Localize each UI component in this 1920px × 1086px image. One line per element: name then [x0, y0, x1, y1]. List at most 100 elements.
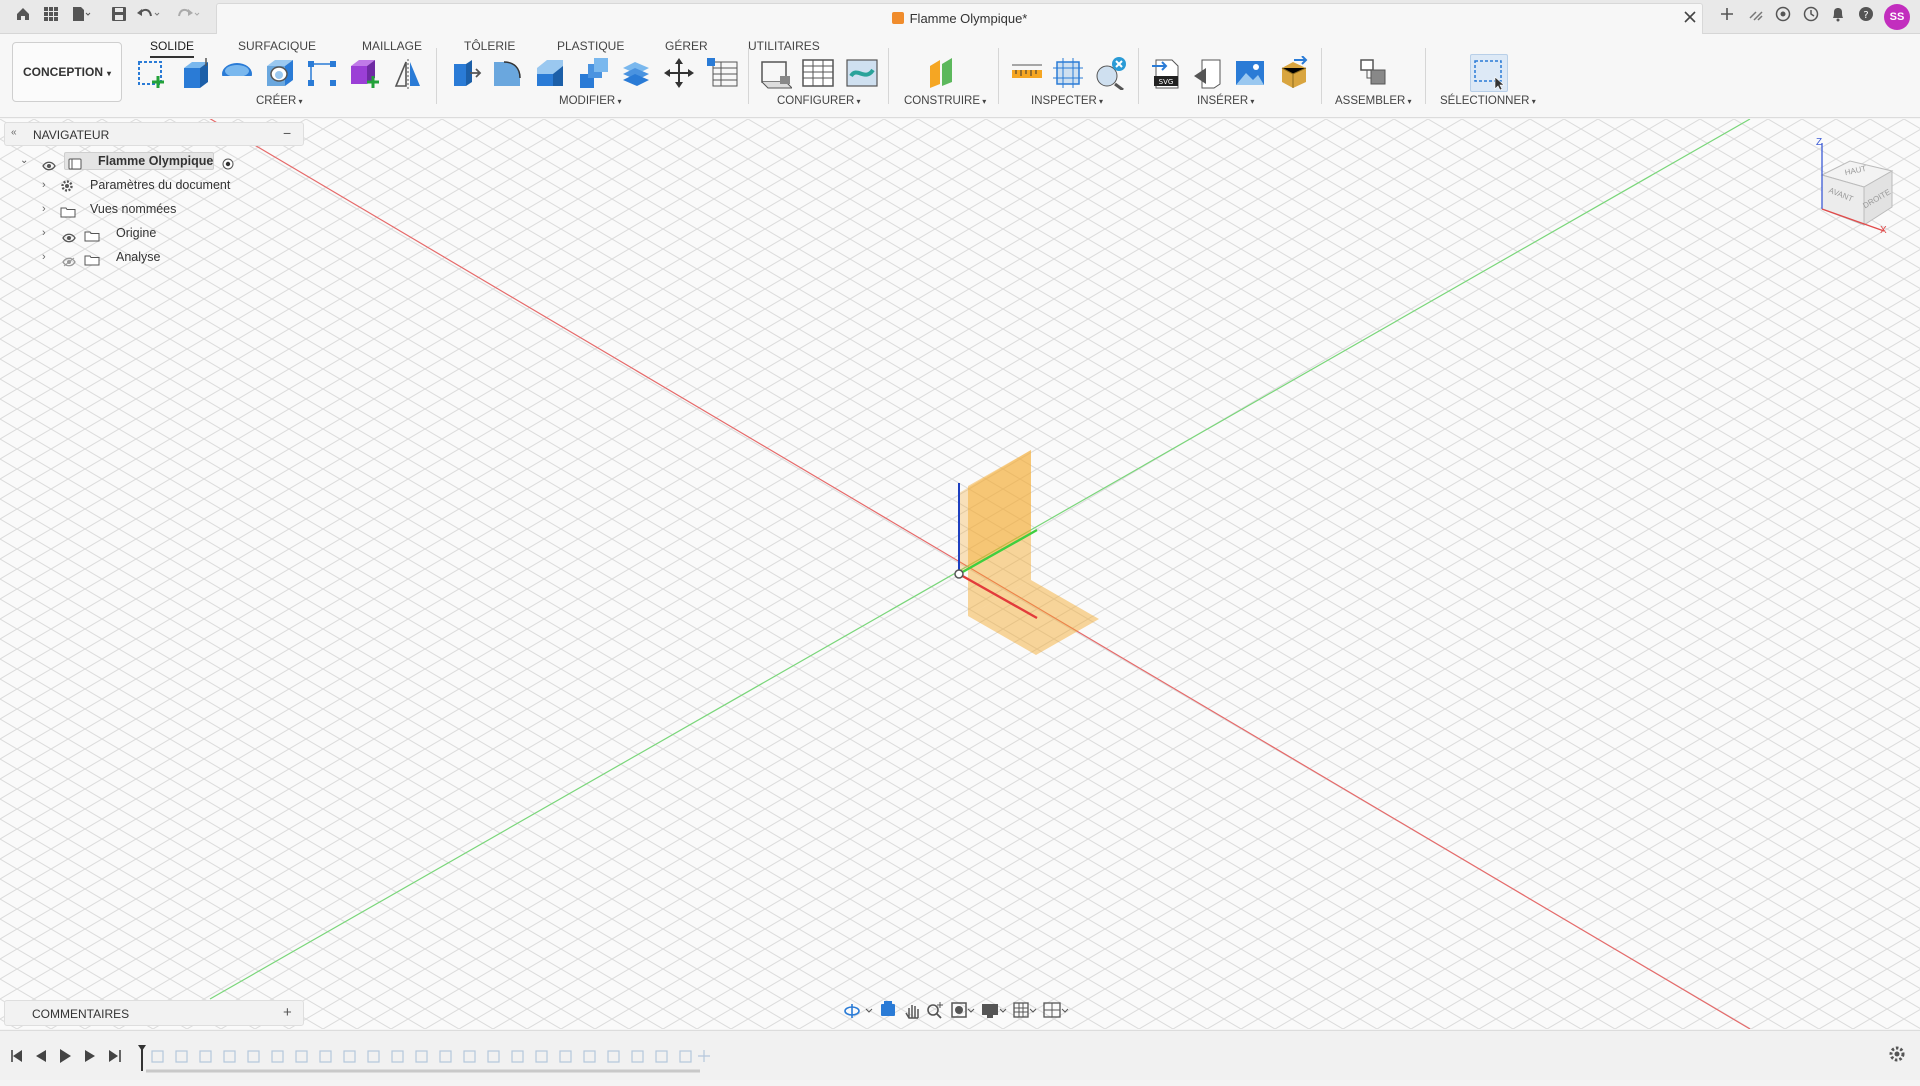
- undo-icon[interactable]: [136, 6, 160, 28]
- configuration-rules-icon[interactable]: [845, 56, 879, 90]
- create-sketch-icon[interactable]: [136, 56, 170, 90]
- tab-plastique[interactable]: PLASTIQUE: [557, 36, 624, 56]
- pan-icon[interactable]: [905, 1005, 919, 1019]
- viewports-icon[interactable]: [1043, 1002, 1069, 1018]
- interference-icon[interactable]: [1093, 56, 1127, 92]
- chevron-right-icon[interactable]: ›: [42, 174, 46, 196]
- avatar[interactable]: SS: [1884, 4, 1910, 30]
- insert-mcmaster-icon[interactable]: [1276, 55, 1310, 90]
- origin-point[interactable]: [954, 569, 964, 579]
- navigator-item-origine[interactable]: › Origine: [4, 222, 244, 244]
- new-component-icon[interactable]: [1357, 56, 1391, 90]
- history-icon[interactable]: [1800, 6, 1822, 28]
- tab-gerer[interactable]: GÉRER: [665, 36, 708, 56]
- display-settings-icon[interactable]: [982, 1004, 1007, 1018]
- navigator-item-vues-nommees[interactable]: › Vues nommées: [4, 198, 244, 220]
- look-at-icon[interactable]: [881, 1001, 895, 1016]
- navigation-bar: [836, 998, 1086, 1024]
- tab-surfacique[interactable]: SURFACIQUE: [238, 36, 316, 56]
- timeline-settings-gear-icon[interactable]: [1888, 1045, 1906, 1068]
- play-icon[interactable]: [60, 1049, 71, 1063]
- group-construire[interactable]: CONSTRUIRE: [904, 95, 986, 107]
- timeline-marker[interactable]: [138, 1045, 146, 1071]
- parameters-icon[interactable]: [705, 56, 739, 90]
- go-to-start-icon[interactable]: [11, 1050, 22, 1062]
- configuration-table-icon[interactable]: [801, 56, 835, 90]
- hole-icon[interactable]: [263, 56, 297, 90]
- group-inserer[interactable]: INSÉRER: [1197, 95, 1254, 107]
- group-configurer[interactable]: CONFIGURER: [777, 95, 861, 107]
- tab-solide[interactable]: SOLIDE: [150, 36, 195, 58]
- sync-icon[interactable]: [1745, 6, 1767, 28]
- minimize-navigator-button[interactable]: −: [283, 125, 291, 141]
- chevron-down-icon[interactable]: ⌄: [20, 150, 28, 172]
- eye-hidden-icon[interactable]: [62, 252, 76, 274]
- save-icon[interactable]: [108, 6, 130, 28]
- step-forward-icon[interactable]: [85, 1050, 95, 1062]
- step-back-icon[interactable]: [36, 1050, 46, 1062]
- close-tab-icon[interactable]: [1679, 8, 1701, 30]
- home-icon[interactable]: [12, 6, 34, 28]
- tab-tolerie[interactable]: TÔLERIE: [464, 36, 515, 56]
- navigator-item-parametres[interactable]: › Paramètres du document: [4, 174, 244, 196]
- group-inspecter[interactable]: INSPECTER: [1031, 95, 1103, 107]
- insert-image-icon[interactable]: [1233, 56, 1267, 90]
- measure-icon[interactable]: [1010, 56, 1044, 90]
- navigator-item-analyse[interactable]: › Analyse: [4, 246, 244, 268]
- group-selectionner[interactable]: SÉLECTIONNER: [1440, 95, 1536, 107]
- go-to-end-icon[interactable]: [109, 1050, 121, 1062]
- window-select-icon[interactable]: [1470, 54, 1508, 92]
- shell-icon[interactable]: [576, 56, 610, 90]
- revolve-icon[interactable]: [220, 56, 254, 90]
- navigator-item-label: Analyse: [116, 250, 161, 264]
- grid-icon[interactable]: [40, 6, 62, 28]
- comments-panel[interactable]: COMMENTAIRES +: [4, 1000, 304, 1026]
- help-icon[interactable]: ?: [1855, 6, 1877, 28]
- comments-title: COMMENTAIRES: [32, 1007, 130, 1021]
- tab-utilitaires[interactable]: UTILITAIRES: [748, 36, 820, 56]
- chamfer-icon[interactable]: [533, 56, 567, 90]
- insert-derive-icon[interactable]: [1192, 56, 1226, 90]
- insert-svg-icon[interactable]: SVG: [1150, 56, 1184, 90]
- tab-maillage[interactable]: MAILLAGE: [362, 36, 422, 56]
- zoom-icon[interactable]: [927, 1002, 943, 1019]
- orbit-icon[interactable]: [844, 1004, 873, 1018]
- move-icon[interactable]: [662, 56, 696, 90]
- pattern-icon[interactable]: [305, 56, 339, 90]
- offset-plane-icon[interactable]: [926, 56, 960, 90]
- timeline-feature-icons[interactable]: [151, 1050, 710, 1063]
- fit-icon[interactable]: [951, 1002, 975, 1018]
- mirror-icon[interactable]: [392, 56, 426, 90]
- collapse-panel-icon[interactable]: «: [11, 127, 17, 138]
- add-comment-button[interactable]: +: [283, 1004, 292, 1021]
- create-form-icon[interactable]: [347, 56, 381, 90]
- extrude-icon[interactable]: [178, 56, 212, 90]
- chevron-right-icon[interactable]: ›: [42, 246, 46, 268]
- workspace-switcher[interactable]: CONCEPTION ▾: [12, 42, 122, 102]
- fillet-icon[interactable]: [490, 56, 524, 90]
- navigator-title: NAVIGATEUR: [33, 128, 110, 142]
- combine-icon[interactable]: [619, 56, 653, 90]
- notifications-icon[interactable]: [1827, 6, 1849, 28]
- configure-icon[interactable]: [758, 56, 794, 90]
- ribbon-toolbar: CONCEPTION ▾ SOLIDE SURFACIQUE MAILLAGE T…: [0, 34, 1920, 118]
- grid-settings-icon[interactable]: [1013, 1002, 1037, 1018]
- document-cube-icon: [891, 12, 904, 24]
- group-creer[interactable]: CRÉER: [256, 95, 303, 107]
- chevron-right-icon[interactable]: ›: [42, 198, 46, 220]
- navigator-root-row[interactable]: ⌄ Flamme Olympique: [4, 150, 244, 172]
- document-tab[interactable]: Flamme Olympique*: [216, 3, 1703, 34]
- group-assembler[interactable]: ASSEMBLER: [1335, 95, 1412, 107]
- section-analysis-icon[interactable]: [1051, 56, 1085, 90]
- workspace-label: CONCEPTION: [22, 65, 103, 79]
- redo-icon[interactable]: [176, 6, 200, 28]
- file-icon[interactable]: [70, 6, 92, 28]
- press-pull-icon[interactable]: [448, 56, 482, 90]
- chevron-right-icon[interactable]: ›: [42, 222, 46, 244]
- view-cube[interactable]: HAUT AVANT DROITE Z X: [1800, 135, 1900, 236]
- extensions-icon[interactable]: [1772, 6, 1794, 28]
- navigator-item-label: Paramètres du document: [90, 178, 231, 192]
- new-tab-icon[interactable]: [1716, 6, 1738, 28]
- navigator-header: « NAVIGATEUR −: [4, 122, 304, 146]
- group-modifier[interactable]: MODIFIER: [559, 95, 621, 107]
